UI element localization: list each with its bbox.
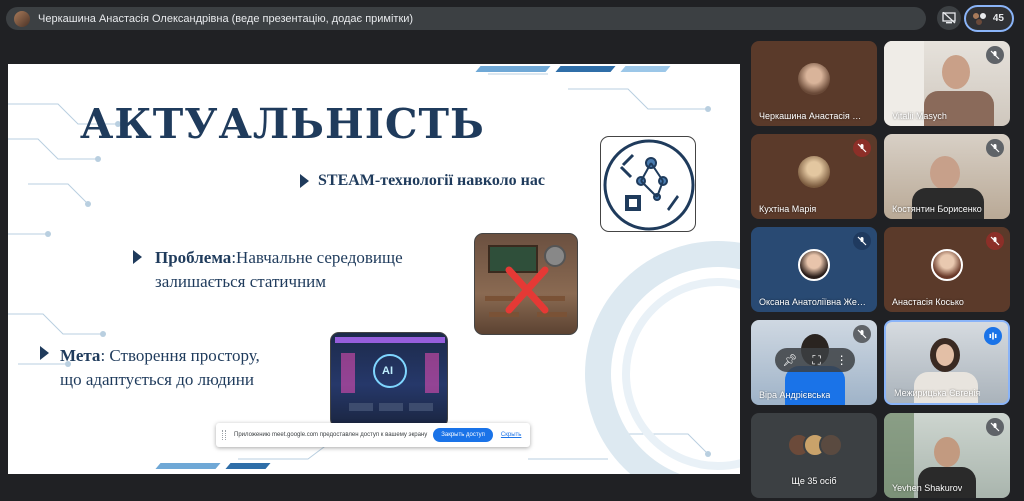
fullscreen-icon[interactable]: ⛶ <box>812 353 820 368</box>
bullet-arrow-icon <box>40 346 49 360</box>
screen-share-notice: Приложению meet.google.com предоставлен … <box>216 423 530 447</box>
slide-point-1: STEAM-технології навколо нас <box>318 172 545 189</box>
tile-controls: 📌︎ ⛶ ⋮ <box>775 348 855 372</box>
participant-name: Vitalii Masych <box>892 111 947 121</box>
muted-mic-icon <box>986 46 1004 64</box>
slide-stripe <box>475 66 551 72</box>
video-person <box>934 437 960 467</box>
participant-tile[interactable]: 📌︎ ⛶ ⋮ Віра Андрієвська <box>751 320 877 405</box>
muted-mic-icon <box>853 325 871 343</box>
participant-tile[interactable]: Оксана Анатоліївна Жер... <box>751 227 877 312</box>
stop-sharing-button[interactable]: Закрыть доступ <box>433 428 493 442</box>
participant-tile[interactable]: Черкашина Анастасія Ол... <box>751 41 877 126</box>
avatar <box>798 249 830 281</box>
participants-button[interactable]: 45 <box>964 5 1014 32</box>
slide-point-3-line1: : Створення простору, <box>100 346 260 365</box>
participant-tile-speaking[interactable]: Межирицька Євгенія <box>884 320 1010 405</box>
avatar <box>798 156 830 188</box>
participant-avatars-icon <box>972 12 988 26</box>
slide-stripe <box>155 463 221 469</box>
avatar <box>819 433 843 457</box>
slide-stripe <box>555 66 616 72</box>
participant-name: Межирицька Євгенія <box>894 388 981 398</box>
slide-stripe <box>225 463 271 469</box>
slide-point-2-line1: :Навчальне середовище <box>231 248 403 267</box>
participant-tile[interactable]: Кухтіна Марія <box>751 134 877 219</box>
muted-mic-icon <box>986 139 1004 157</box>
participant-tile[interactable]: Yevhen Shakurov <box>884 413 1010 498</box>
slide-point-3: Мета: Створення простору, що адаптується… <box>60 344 260 392</box>
muted-mic-icon <box>853 232 871 250</box>
more-options-icon[interactable]: ⋮ <box>836 353 848 367</box>
screen-share-off-icon <box>942 12 956 24</box>
participant-name: Костянтин Борисенко <box>892 204 982 214</box>
adaptive-space-illustration: AI <box>330 332 448 428</box>
participant-name: Кухтіна Марія <box>759 204 817 214</box>
slide-point-2-line2: залишається статичним <box>155 272 327 291</box>
static-classroom-illustration <box>474 233 578 335</box>
more-participants-label: Ще 35 осіб <box>791 476 837 486</box>
ai-label: AI <box>382 365 393 377</box>
video-person-face <box>936 344 954 366</box>
slide-point-2: Проблема:Навчальне середовище залишаєтьс… <box>155 246 403 294</box>
hide-notice-link[interactable]: Скрыть <box>501 432 521 438</box>
muted-mic-icon <box>986 418 1004 436</box>
bullet-arrow-icon <box>133 250 142 264</box>
participant-name: Анастасія Косько <box>892 297 964 307</box>
speaking-indicator-icon <box>984 327 1002 345</box>
slide-title: АКТУАЛЬНІСТЬ <box>80 100 485 148</box>
slide-point-2-label: Проблема <box>155 248 232 267</box>
participant-name: Yevhen Shakurov <box>892 483 963 493</box>
ai-brain-icon <box>335 337 445 411</box>
participant-tile[interactable]: Vitalii Masych <box>884 41 1010 126</box>
steam-icon <box>603 139 695 231</box>
participant-tile[interactable]: Анастасія Косько <box>884 227 1010 312</box>
bullet-arrow-icon <box>300 174 309 188</box>
muted-mic-icon <box>853 139 871 157</box>
participant-name: Черкашина Анастасія Ол... <box>759 111 867 121</box>
presentation-slide: АКТУАЛЬНІСТЬ STEAM-технології навколо на… <box>8 64 740 474</box>
more-participants-tile[interactable]: Ще 35 осіб <box>751 413 877 498</box>
muted-mic-icon <box>986 232 1004 250</box>
presenter-avatar <box>14 10 30 27</box>
stop-presenting-button[interactable] <box>937 6 961 30</box>
avatar <box>798 63 830 95</box>
presenter-bar[interactable]: Черкашина Анастасія Олександрівна (веде … <box>6 7 926 30</box>
share-message: Приложению meet.google.com предоставлен … <box>234 432 428 438</box>
participant-name: Оксана Анатоліївна Жер... <box>759 297 867 307</box>
avatar <box>931 249 963 281</box>
participant-tile[interactable]: Костянтин Борисенко <box>884 134 1010 219</box>
slide-point-3-line2: що адаптується до людини <box>60 370 254 389</box>
presenter-title: Черкашина Анастасія Олександрівна (веде … <box>38 12 414 25</box>
drag-handle-icon[interactable] <box>222 430 226 440</box>
steam-illustration <box>600 136 696 232</box>
classroom-cross-icon <box>485 245 567 317</box>
participant-count: 45 <box>992 13 1004 24</box>
pin-icon[interactable]: 📌︎ <box>782 353 797 367</box>
slide-point-3-label: Мета <box>60 346 101 365</box>
video-person <box>930 156 960 190</box>
participant-name: Віра Андрієвська <box>759 390 831 400</box>
slide-stripe <box>620 66 671 72</box>
video-person <box>942 55 970 89</box>
